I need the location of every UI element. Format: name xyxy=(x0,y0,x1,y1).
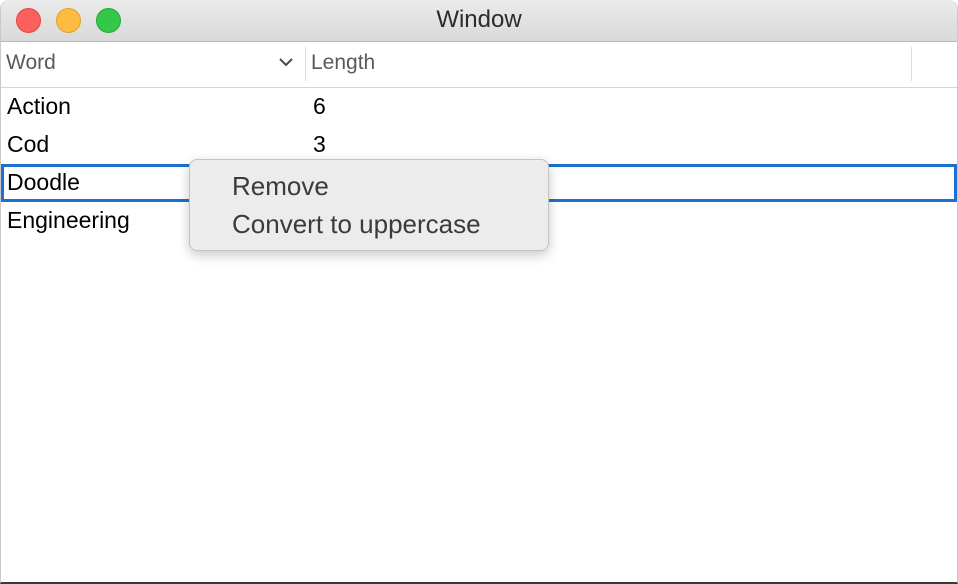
context-menu: Remove Convert to uppercase xyxy=(189,159,549,251)
chevron-down-icon[interactable] xyxy=(278,56,294,68)
cell-word: Doodle xyxy=(7,169,80,195)
table-row[interactable]: Action 6 xyxy=(1,88,957,126)
cell-word: Action xyxy=(7,93,71,119)
column-header-word[interactable]: Word xyxy=(6,51,56,75)
cell-word: Cod xyxy=(7,131,50,157)
cell-length: 6 xyxy=(313,93,326,119)
window-title: Window xyxy=(436,6,522,33)
table-header: Word Length xyxy=(1,42,957,88)
column-divider[interactable] xyxy=(911,47,912,81)
cell-word: Engineering xyxy=(7,207,130,233)
menu-item-remove[interactable]: Remove xyxy=(232,171,329,202)
menu-item-convert-uppercase[interactable]: Convert to uppercase xyxy=(232,209,481,240)
column-divider[interactable] xyxy=(305,47,306,81)
title-bar: Window xyxy=(1,0,957,42)
column-header-length[interactable]: Length xyxy=(311,51,375,75)
cell-length: 3 xyxy=(313,131,326,157)
app-window: Window Word Length Action 6 Cod 3 Doodle… xyxy=(0,0,958,584)
